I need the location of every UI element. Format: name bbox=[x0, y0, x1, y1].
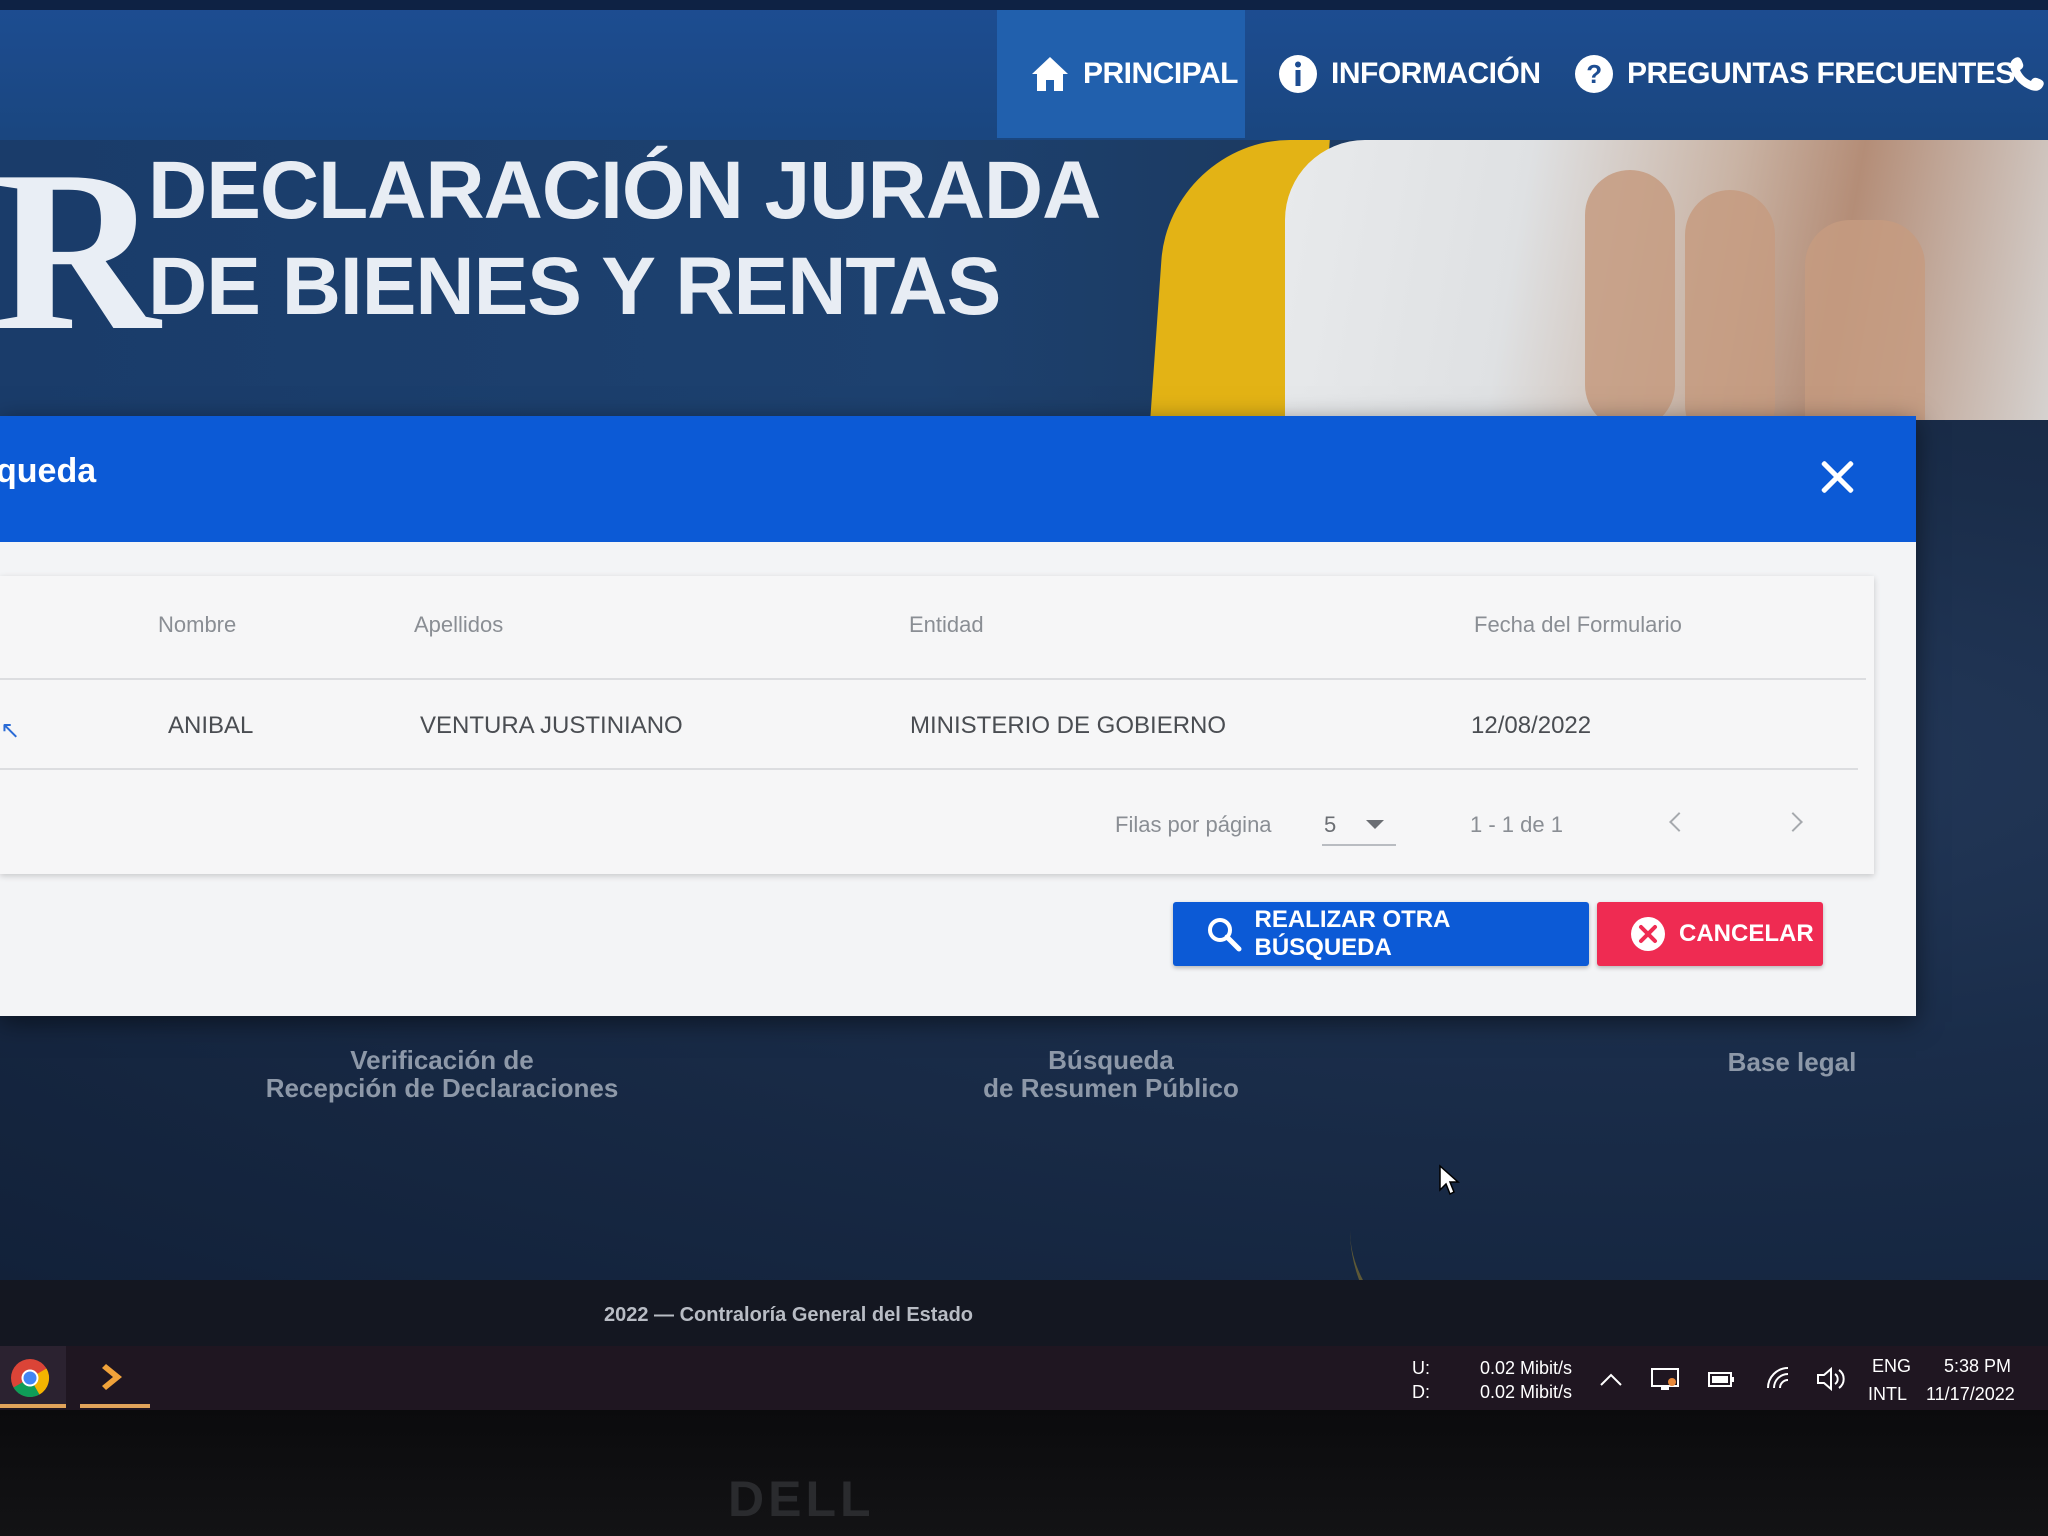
wifi-icon[interactable] bbox=[1762, 1362, 1796, 1396]
header-divider bbox=[0, 678, 1866, 680]
rows-per-page-label: Filas por página bbox=[1115, 812, 1272, 837]
banner-logo-letter: R bbox=[0, 140, 160, 378]
column-header-nombre[interactable]: Nombre bbox=[158, 612, 236, 638]
banner-photo-detail bbox=[1685, 190, 1775, 420]
cell-apellidos: VENTURA JUSTINIANO bbox=[420, 712, 683, 739]
nav-informacion-label: INFORMACIÓN bbox=[1331, 57, 1541, 90]
monitor-bezel bbox=[0, 1410, 2048, 1536]
chevron-down-icon bbox=[1366, 820, 1384, 829]
question-icon: ? bbox=[1573, 53, 1615, 95]
previous-page-button[interactable] bbox=[1660, 808, 1690, 838]
modal-header: queda bbox=[0, 416, 1916, 542]
banner-photo-detail bbox=[1585, 170, 1675, 420]
banner-title-line1: DECLARACIÓN JURADA bbox=[148, 145, 1101, 236]
banner-photo-detail bbox=[1805, 220, 1925, 420]
cancel-button[interactable]: CANCELAR bbox=[1597, 902, 1823, 966]
language-indicator[interactable]: ENG bbox=[1872, 1356, 1911, 1377]
link-verificacion-line2: Recepción de Declaraciones bbox=[265, 1073, 619, 1103]
clock-time[interactable]: 5:38 PM bbox=[1944, 1356, 2011, 1377]
row-divider bbox=[0, 768, 1858, 770]
close-icon[interactable] bbox=[1818, 458, 1856, 496]
chevron-left-icon bbox=[1669, 812, 1689, 832]
nav-preguntas-frecuentes[interactable]: ? PREGUNTAS FRECUENTES bbox=[1573, 10, 2015, 138]
keyboard-layout[interactable]: INTL bbox=[1868, 1384, 1907, 1405]
search-again-button[interactable]: REALIZAR OTRA BÚSQUEDA bbox=[1173, 902, 1589, 966]
clock-date[interactable]: 11/17/2022 bbox=[1926, 1384, 2015, 1405]
battery-icon[interactable] bbox=[1704, 1362, 1738, 1396]
home-icon bbox=[1029, 53, 1071, 95]
link-verificacion-line1: Verificación de bbox=[350, 1045, 534, 1075]
column-header-apellidos[interactable]: Apellidos bbox=[414, 612, 503, 638]
link-busqueda-resumen[interactable]: Búsqueda de Resumen Público bbox=[958, 1046, 1264, 1102]
results-modal: queda Nombre Apellidos Entidad Fecha del… bbox=[0, 416, 1916, 1016]
rows-per-page-value: 5 bbox=[1324, 812, 1337, 837]
link-base-legal[interactable]: Base legal bbox=[1712, 1048, 1872, 1076]
cell-fecha: 12/08/2022 bbox=[1471, 712, 1592, 739]
cancel-circle-icon bbox=[1629, 915, 1667, 953]
tray-expand-icon[interactable] bbox=[1594, 1362, 1628, 1396]
hero-banner: R DECLARACIÓN JURADA DE BIENES Y RENTAS bbox=[0, 140, 2048, 420]
phone-icon bbox=[2006, 53, 2048, 95]
banner-photo bbox=[1285, 140, 2048, 420]
taskbar bbox=[0, 1346, 2048, 1410]
link-busqueda-line1: Búsqueda bbox=[1048, 1045, 1174, 1075]
cancel-label: CANCELAR bbox=[1679, 920, 1814, 947]
link-verificacion[interactable]: Verificación de Recepción de Declaracion… bbox=[262, 1046, 622, 1102]
monitor-brand-logo: DELL bbox=[728, 1471, 875, 1527]
page-footer bbox=[0, 1280, 2048, 1346]
taskbar-terminal[interactable] bbox=[80, 1346, 150, 1408]
column-header-fecha[interactable]: Fecha del Formulario bbox=[1474, 612, 1682, 638]
display-icon[interactable] bbox=[1648, 1362, 1682, 1396]
nav-contacto[interactable] bbox=[2006, 10, 2048, 138]
link-busqueda-line2: de Resumen Público bbox=[983, 1073, 1239, 1103]
taskbar-chrome[interactable] bbox=[0, 1346, 66, 1408]
net-up-speed: 0.02 Mibit/s bbox=[1480, 1358, 1573, 1378]
column-header-entidad[interactable]: Entidad bbox=[909, 612, 984, 638]
nav-informacion[interactable]: INFORMACIÓN bbox=[1277, 10, 1541, 138]
pagination-range: 1 - 1 de 1 bbox=[1470, 812, 1563, 837]
rows-per-page-select[interactable]: 5 bbox=[1322, 802, 1396, 846]
net-down-label: D: bbox=[1412, 1382, 1430, 1402]
row-expand-icon[interactable]: ↖ bbox=[0, 716, 20, 745]
net-up-label: U: bbox=[1412, 1358, 1430, 1378]
mouse-cursor-icon bbox=[1438, 1164, 1462, 1201]
net-down-speed: 0.02 Mibit/s bbox=[1480, 1382, 1573, 1402]
chrome-icon bbox=[10, 1358, 50, 1403]
info-icon bbox=[1277, 53, 1319, 95]
nav-principal[interactable]: PRINCIPAL bbox=[997, 10, 1245, 138]
svg-text:?: ? bbox=[1586, 59, 1601, 89]
cell-entidad: MINISTERIO DE GOBIERNO bbox=[910, 712, 1227, 739]
volume-icon[interactable] bbox=[1814, 1362, 1848, 1396]
banner-title-line2: DE BIENES Y RENTAS bbox=[148, 241, 1001, 332]
top-shade bbox=[0, 0, 2048, 10]
terminal-icon bbox=[100, 1360, 130, 1399]
nav-preguntas-label: PREGUNTAS FRECUENTES bbox=[1627, 57, 2015, 90]
nav-principal-label: PRINCIPAL bbox=[1083, 57, 1238, 90]
search-again-label: REALIZAR OTRA BÚSQUEDA bbox=[1254, 906, 1450, 961]
chevron-right-icon bbox=[1783, 812, 1803, 832]
footer-text: 2022 — Contraloría General del Estado bbox=[604, 1304, 974, 1326]
taskbar-active-indicator bbox=[0, 1404, 66, 1408]
search-icon bbox=[1205, 915, 1242, 953]
cell-nombre: ANIBAL bbox=[168, 712, 254, 739]
modal-title: queda bbox=[0, 452, 97, 490]
next-page-button[interactable] bbox=[1782, 808, 1812, 838]
taskbar-active-indicator bbox=[80, 1404, 150, 1408]
